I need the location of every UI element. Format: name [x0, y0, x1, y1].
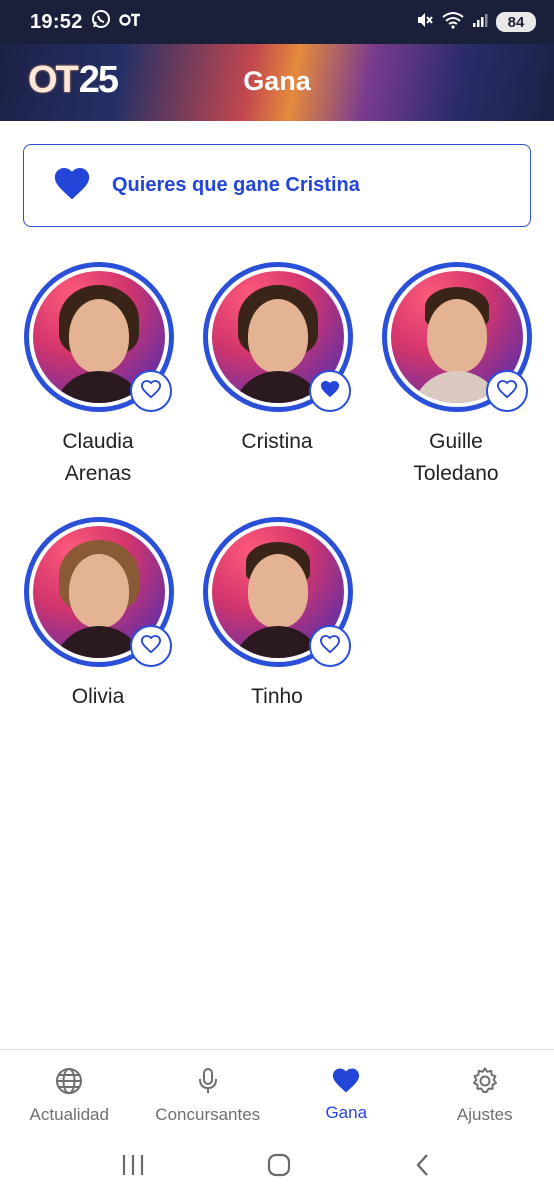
nav-label: Ajustes — [456, 1105, 513, 1124]
home-icon[interactable] — [266, 1152, 292, 1183]
contestant-first-name: Guille — [429, 430, 483, 453]
gear-icon — [470, 1066, 500, 1101]
microphone-icon — [193, 1066, 223, 1101]
favorite-button[interactable] — [486, 370, 528, 412]
heart-filled-icon — [319, 379, 341, 404]
avatar-face — [427, 299, 487, 373]
nav-item-ajustes[interactable]: Ajustes — [416, 1050, 554, 1134]
status-bar: 19:52 84 — [0, 0, 554, 44]
contestant-name: Olivia — [0, 681, 196, 713]
contestant-first-name: Tinho — [251, 685, 303, 708]
contestant-last-name: Toledano — [413, 462, 499, 485]
avatar-face — [248, 299, 308, 373]
system-navigation-bar — [0, 1134, 554, 1200]
heart-icon — [331, 1066, 361, 1099]
mute-icon — [416, 11, 434, 34]
favorite-button[interactable] — [130, 625, 172, 667]
wifi-icon — [442, 11, 464, 34]
avatar-face — [69, 299, 129, 373]
avatar-face — [248, 554, 308, 628]
heart-outline-icon — [140, 379, 162, 404]
favorite-button[interactable] — [130, 370, 172, 412]
current-vote-banner: Quieres que gane Cristina — [23, 144, 531, 227]
status-time: 19:52 — [30, 10, 83, 33]
contestant-first-name: Claudia — [62, 430, 134, 453]
status-right: 84 — [416, 11, 536, 34]
ot-app-icon — [118, 11, 141, 34]
contestant-first-name: Cristina — [241, 430, 313, 453]
heart-outline-icon — [496, 379, 518, 404]
avatar-face — [69, 554, 129, 628]
vote-banner-text: Quieres que gane Cristina — [112, 174, 360, 196]
favorite-button[interactable] — [309, 625, 351, 667]
contestant-name: Tinho — [179, 681, 375, 713]
heart-outline-icon — [319, 634, 341, 659]
nav-label: Concursantes — [155, 1105, 261, 1124]
whatsapp-icon — [91, 9, 111, 35]
contestant-name: Cristina — [179, 426, 375, 458]
bottom-navigation: Actualidad Concursantes Gana Ajustes — [0, 1049, 554, 1134]
recents-icon[interactable] — [120, 1153, 146, 1182]
app-header: OT 25 Gana — [0, 44, 554, 121]
contestant-last-name: Arenas — [64, 462, 132, 485]
nav-label: Actualidad — [29, 1105, 109, 1124]
signal-icon — [472, 12, 488, 33]
nav-item-actualidad[interactable]: Actualidad — [0, 1050, 139, 1134]
contestant-name: Guille Toledano — [358, 426, 554, 490]
nav-label: Gana — [325, 1103, 368, 1122]
status-left: 19:52 — [30, 9, 141, 35]
nav-item-gana[interactable]: Gana — [277, 1050, 416, 1134]
contestant-first-name: Olivia — [71, 685, 125, 708]
contestant-name: Claudia Arenas — [0, 426, 196, 490]
globe-icon — [54, 1066, 84, 1101]
page-title: Gana — [243, 66, 311, 96]
favorite-button-selected[interactable] — [309, 370, 351, 412]
back-icon[interactable] — [412, 1152, 434, 1183]
nav-item-concursantes[interactable]: Concursantes — [139, 1050, 278, 1134]
heart-filled-icon — [52, 165, 92, 206]
heart-outline-icon — [140, 634, 162, 659]
battery-indicator: 84 — [496, 12, 536, 32]
